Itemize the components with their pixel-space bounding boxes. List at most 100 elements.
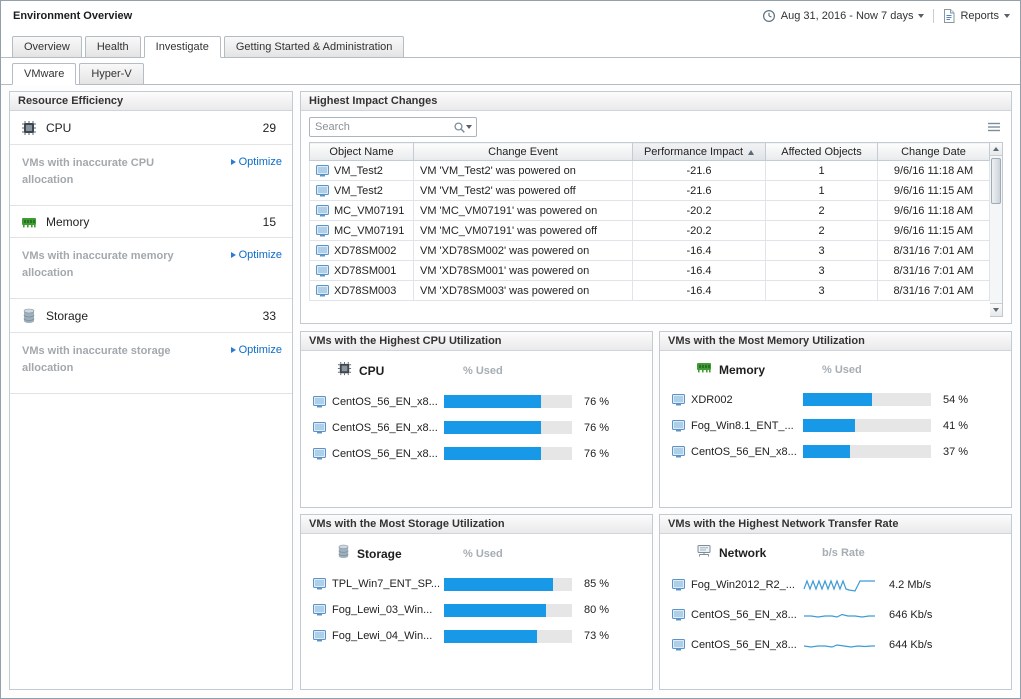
table-row[interactable]: MC_VM07191VM 'MC_VM07191' was powered on…	[310, 201, 990, 221]
panel-title: VMs with the Highest Network Transfer Ra…	[660, 515, 1011, 534]
vm-utilization-row[interactable]: CentOS_56_EN_x8...644 Kb/s	[672, 637, 999, 654]
cell-performance-impact: -16.4	[633, 281, 766, 301]
value-column-label: % Used	[463, 365, 503, 377]
optimize-cpu-link[interactable]: Optimize	[231, 155, 282, 168]
scroll-down-button[interactable]	[990, 303, 1002, 316]
vm-utilization-row[interactable]: Fog_Lewi_04_Win... 73 %	[313, 630, 640, 643]
vm-icon	[313, 422, 326, 434]
optimize-label: Optimize	[239, 156, 282, 168]
utilization-bar-fill	[803, 393, 872, 406]
value-column-label: % Used	[822, 364, 862, 376]
table-row[interactable]: VM_Test2VM 'VM_Test2' was powered on-21.…	[310, 161, 990, 181]
table-row[interactable]: XD78SM003VM 'XD78SM003' was powered on-1…	[310, 281, 990, 301]
vm-utilization-row[interactable]: CentOS_56_EN_x8...76 %	[313, 395, 640, 408]
cell-change-event: VM 'MC_VM07191' was powered on	[414, 201, 633, 221]
vm-icon	[316, 245, 329, 257]
scroll-up-button[interactable]	[990, 143, 1002, 156]
vm-utilization-row[interactable]: CentOS_56_EN_x8...76 %	[313, 447, 640, 460]
table-header-row: Object Name Change Event Performance Imp…	[310, 143, 990, 161]
search-input[interactable]	[310, 121, 453, 133]
table-row[interactable]: XD78SM001VM 'XD78SM001' was powered on-1…	[310, 261, 990, 281]
search-box[interactable]	[309, 117, 477, 137]
vm-icon	[672, 579, 685, 591]
chevron-down-icon	[918, 14, 924, 18]
chevron-down-icon	[1004, 14, 1010, 18]
vm-icon	[316, 225, 329, 237]
tab-investigate[interactable]: Investigate	[144, 36, 221, 58]
cell-object-name: XD78SM002	[310, 241, 414, 261]
vm-name: Fog_Win8.1_ENT_...	[691, 420, 803, 432]
utilization-value: 73 %	[584, 630, 609, 642]
vm-utilization-row[interactable]: Fog_Win2012_R2_...4.2 Mb/s	[672, 577, 999, 594]
vm-icon	[313, 578, 326, 590]
table-row[interactable]: XD78SM002VM 'XD78SM002' was powered on-1…	[310, 241, 990, 261]
table-scrollbar[interactable]	[990, 142, 1003, 317]
optimize-storage-link[interactable]: Optimize	[231, 343, 282, 356]
panel-rows: XDR002 54 % Fog_Win8.1_ENT_...41 % CentOS_5…	[672, 393, 999, 458]
cell-object-name: VM_Test2	[310, 161, 414, 181]
optimize-memory-link[interactable]: Optimize	[231, 248, 282, 261]
cpu-utilization-panel: VMs with the Highest CPU Utilization	[300, 331, 653, 508]
cell-change-date: 9/6/16 11:18 AM	[878, 201, 990, 221]
scrollbar-track[interactable]	[990, 156, 1002, 303]
vm-utilization-row[interactable]: CentOS_56_EN_x8...646 Kb/s	[672, 607, 999, 624]
resource-hint-memory: VMs with inaccurate memory allocation Op…	[10, 238, 292, 299]
network-icon	[696, 544, 712, 563]
tab-hyper-v[interactable]: Hyper-V	[79, 63, 143, 84]
utilization-bar-fill	[444, 578, 553, 591]
cell-object-name: MC_VM07191	[310, 201, 414, 221]
value-column-label: b/s Rate	[822, 547, 865, 559]
arrow-right-icon	[231, 159, 236, 165]
tab-getting-started-administration[interactable]: Getting Started & Administration	[224, 36, 405, 57]
highest-impact-changes-title: Highest Impact Changes	[301, 92, 1011, 111]
column-change-date[interactable]: Change Date	[878, 143, 990, 161]
vm-utilization-row[interactable]: Fog_Win8.1_ENT_...41 %	[672, 419, 999, 432]
utilization-bar-fill	[803, 419, 855, 432]
arrow-down-icon	[993, 308, 999, 312]
reports-button[interactable]: Reports	[943, 9, 1010, 23]
cell-performance-impact: -16.4	[633, 241, 766, 261]
vm-utilization-row[interactable]: CentOS_56_EN_x8...37 %	[672, 445, 999, 458]
vm-icon	[316, 185, 329, 197]
highest-impact-changes-panel: Highest Impact Changes	[300, 91, 1012, 324]
search-options-chevron-icon[interactable]	[466, 125, 472, 129]
panel-title: VMs with the Most Storage Utilization	[301, 515, 652, 534]
network-transfer-panel: VMs with the Highest Network Transfer Ra…	[659, 514, 1012, 691]
vm-icon	[672, 394, 685, 406]
table-row[interactable]: VM_Test2VM 'VM_Test2' was powered off-21…	[310, 181, 990, 201]
scrollbar-thumb[interactable]	[991, 158, 1001, 204]
cell-change-event: VM 'MC_VM07191' was powered off	[414, 221, 633, 241]
utilization-value: 76 %	[584, 422, 609, 434]
vm-utilization-row[interactable]: Fog_Lewi_03_Win...80 %	[313, 604, 640, 617]
column-change-event[interactable]: Change Event	[414, 143, 633, 161]
column-object-name[interactable]: Object Name	[310, 143, 414, 161]
utilization-bar-fill	[444, 604, 546, 617]
tab-health[interactable]: Health	[85, 36, 141, 57]
utilization-value: 54 %	[943, 394, 968, 406]
utilization-value: 76 %	[584, 396, 609, 408]
value-column-label: % Used	[463, 548, 503, 560]
tab-overview[interactable]: Overview	[12, 36, 82, 57]
vm-name: XDR002	[691, 394, 803, 406]
vm-utilization-row[interactable]: TPL_Win7_ENT_SP...85 %	[313, 578, 640, 591]
vm-utilization-row[interactable]: CentOS_56_EN_x8...76 %	[313, 421, 640, 434]
panel-title: VMs with the Highest CPU Utilization	[301, 332, 652, 351]
resource-item-cpu[interactable]: CPU 29	[10, 111, 292, 145]
column-performance-impact[interactable]: Performance Impact	[633, 143, 766, 161]
resource-value: 33	[263, 309, 282, 323]
vm-utilization-row[interactable]: XDR002 54 %	[672, 393, 999, 406]
resource-item-storage[interactable]: Storage 33	[10, 299, 292, 333]
utilization-bar-track	[444, 395, 572, 408]
utilization-bar-track	[444, 578, 572, 591]
vm-name: Fog_Lewi_04_Win...	[332, 630, 444, 642]
cell-change-event: VM 'VM_Test2' was powered on	[414, 161, 633, 181]
time-range-selector[interactable]: Aug 31, 2016 - Now 7 days	[762, 9, 925, 23]
tab-vmware[interactable]: VMware	[12, 63, 76, 85]
resource-item-memory[interactable]: Memory 15	[10, 206, 292, 238]
vm-name: CentOS_56_EN_x8...	[332, 448, 444, 460]
metric-label: Storage	[357, 547, 402, 561]
cell-object-name: MC_VM07191	[310, 221, 414, 241]
table-options-icon[interactable]	[985, 119, 1003, 135]
table-row[interactable]: MC_VM07191VM 'MC_VM07191' was powered of…	[310, 221, 990, 241]
column-affected-objects[interactable]: Affected Objects	[766, 143, 878, 161]
